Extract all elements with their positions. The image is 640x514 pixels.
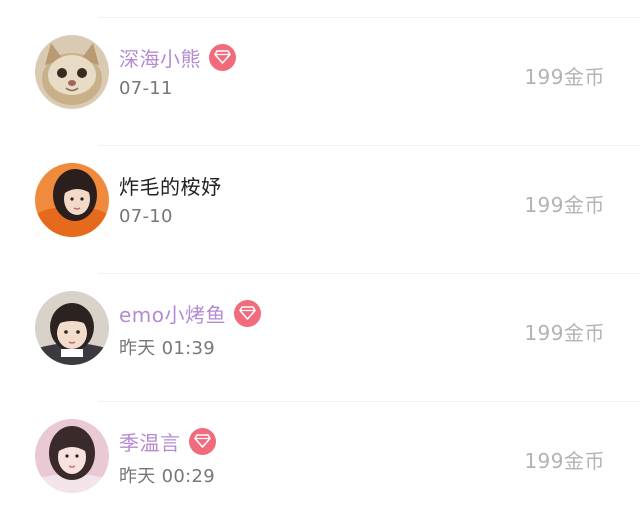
name-line: 季温言 [119,426,216,456]
diamond-icon [234,299,262,327]
name-line: 炸毛的桉妤 [119,170,222,200]
price-label: 199金币 [524,449,605,473]
avatar[interactable] [35,163,109,237]
name-line: emo小烤鱼 [119,298,262,328]
purchase-date: 昨天 01:39 [119,338,215,359]
price-label: 199金币 [524,193,605,217]
price-label: 199金币 [524,321,605,345]
purchase-date: 07-11 [119,78,173,99]
user-name[interactable]: 炸毛的桉妤 [119,171,222,200]
list-item[interactable]: emo小烤鱼 昨天 01:39 199金币 [0,273,640,401]
user-name[interactable]: 季温言 [119,427,181,456]
list-item[interactable]: 炸毛的桉妤 07-10 199金币 [0,145,640,273]
child-avatar-image [35,291,109,365]
list-item[interactable]: 深海小熊 07-11 199金币 [0,17,640,145]
purchase-date: 昨天 00:29 [119,466,215,487]
girl-orange-avatar-image [35,163,109,237]
cat-avatar-image [35,35,109,109]
list-item[interactable]: 季温言 昨天 00:29 199金币 [0,401,640,514]
avatar[interactable] [35,419,109,493]
avatar[interactable] [35,35,109,109]
avatar[interactable] [35,291,109,365]
girl-pink-avatar-image [35,419,109,493]
name-line: 深海小熊 [119,42,236,72]
purchase-date: 07-10 [119,206,173,227]
user-name[interactable]: emo小烤鱼 [119,299,226,328]
diamond-icon [209,43,236,71]
purchase-record-list: 深海小熊 07-11 199金币 炸毛的桉妤 07-10 199金币 emo小烤… [0,0,640,514]
user-name[interactable]: 深海小熊 [119,43,201,72]
price-label: 199金币 [524,65,605,89]
diamond-icon [188,427,216,455]
